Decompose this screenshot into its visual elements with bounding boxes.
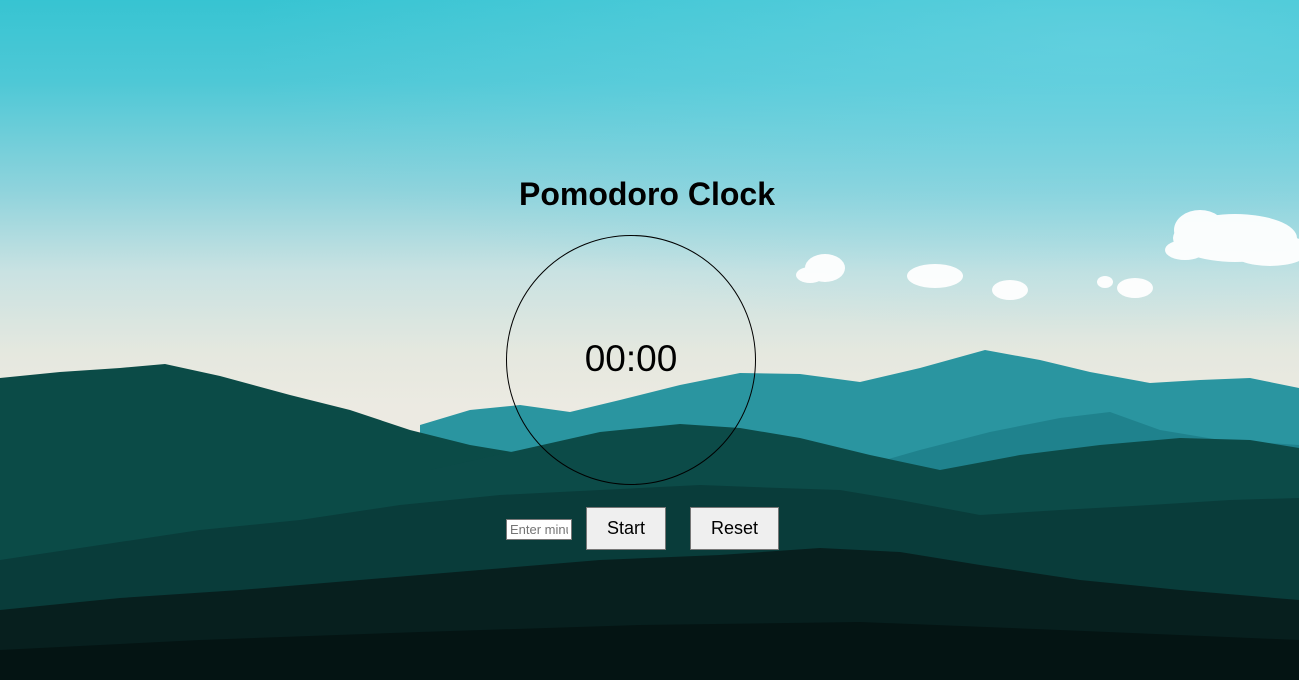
timer-circle: 00:00 — [506, 235, 756, 485]
page-background: Pomodoro Clock 00:00 Start Reset — [0, 0, 1299, 680]
start-button[interactable]: Start — [586, 507, 666, 550]
page-title: Pomodoro Clock — [0, 176, 1299, 213]
timer-display: 00:00 — [584, 338, 678, 379]
page-title-text: Pomodoro Clock — [518, 176, 775, 212]
reset-button[interactable]: Reset — [690, 507, 779, 550]
clouds — [796, 210, 1299, 300]
minutes-input[interactable] — [506, 519, 572, 540]
